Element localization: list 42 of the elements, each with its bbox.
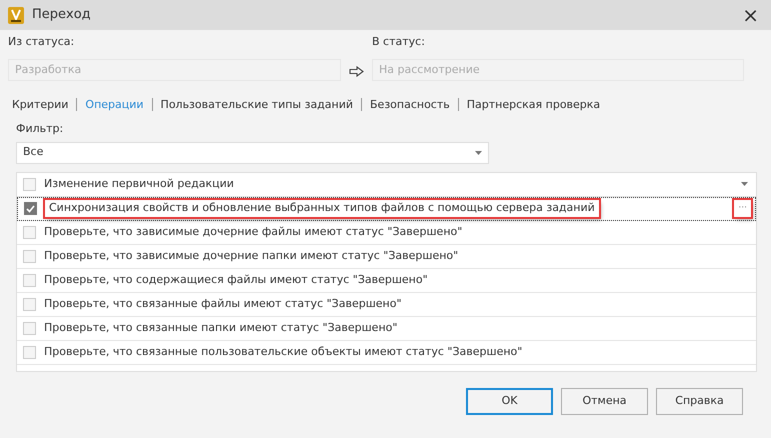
- tab[interactable]: Безопасность: [370, 96, 450, 113]
- operation-label: Проверьте, что зависимые дочерние папки имеют статус "Завершено": [44, 248, 458, 264]
- window-title: Переход: [32, 6, 91, 24]
- field-label: Из статуса:: [8, 34, 76, 50]
- operation-row[interactable]: Изменение первичной редакции: [17, 172, 756, 196]
- operation-label: Проверьте, что связанные папки имеют статус "Завершено": [44, 320, 398, 336]
- tab[interactable]: Партнерская проверка: [466, 96, 600, 113]
- filter-label: Фильтр:: [16, 121, 64, 137]
- dialog-button[interactable]: Отмена: [561, 388, 648, 414]
- checkbox[interactable]: [23, 274, 36, 286]
- tab[interactable]: Пользовательские типы заданий: [160, 96, 354, 113]
- operation-row[interactable]: Проверьте, что зависимые дочерние папки имеют статус "Завершено": [17, 244, 756, 268]
- tab[interactable]: Критерии: [12, 96, 68, 113]
- operation-label: Изменение первичной редакции: [44, 176, 234, 192]
- operation-row[interactable]: Проверьте, что содержащиеся файлы имеют статус "Завершено": [17, 268, 756, 292]
- operation-label: Синхронизация свойств и обновление выбранных типов файлов с помощью сервера заданий: [45, 200, 599, 217]
- operation-row[interactable]: Проверьте, что зависимые дочерние файлы имеют статус "Завершено": [17, 220, 756, 244]
- checkbox[interactable]: [23, 178, 36, 190]
- operation-label: Проверьте, что содержащиеся файлы имеют статус "Завершено": [44, 272, 428, 288]
- filter-dropdown[interactable]: Все: [16, 142, 489, 164]
- caret-icon[interactable]: [475, 150, 482, 154]
- operation-row[interactable]: Проверьте, что связанные пользовательские объекты имеют статус "Завершено": [17, 340, 756, 364]
- more-button[interactable]: ···: [734, 200, 751, 218]
- checkbox[interactable]: [23, 346, 36, 358]
- dialog-button[interactable]: Справка: [656, 388, 743, 414]
- arrow-icon: [349, 66, 364, 76]
- field-label: В статус:: [372, 34, 426, 50]
- checkbox[interactable]: [24, 202, 37, 215]
- checkbox[interactable]: [23, 298, 36, 310]
- operation-row[interactable]: Синхронизация свойств и обновление выбранных типов файлов с помощью сервера заданий ···: [17, 196, 756, 220]
- operation-row[interactable]: Проверьте, что связанные папки имеют статус "Завершено": [17, 316, 756, 340]
- operation-label: Проверьте, что зависимые дочерние файлы имеют статус "Завершено": [44, 224, 462, 240]
- app-icon: [8, 6, 24, 24]
- caret-icon[interactable]: [741, 182, 748, 186]
- close-button[interactable]: ×: [730, 5, 771, 25]
- dialog-button[interactable]: OK: [466, 388, 553, 414]
- operation-label: Проверьте, что связанные файлы имеют статус "Завершено": [44, 296, 402, 312]
- operation-row[interactable]: Проверьте, что связанные файлы имеют статус "Завершено": [17, 292, 756, 316]
- checkbox[interactable]: [23, 322, 36, 334]
- checkbox[interactable]: [23, 250, 36, 262]
- operation-label: Проверьте, что связанные пользовательские объекты имеют статус "Завершено": [44, 344, 522, 360]
- checkbox[interactable]: [23, 226, 36, 238]
